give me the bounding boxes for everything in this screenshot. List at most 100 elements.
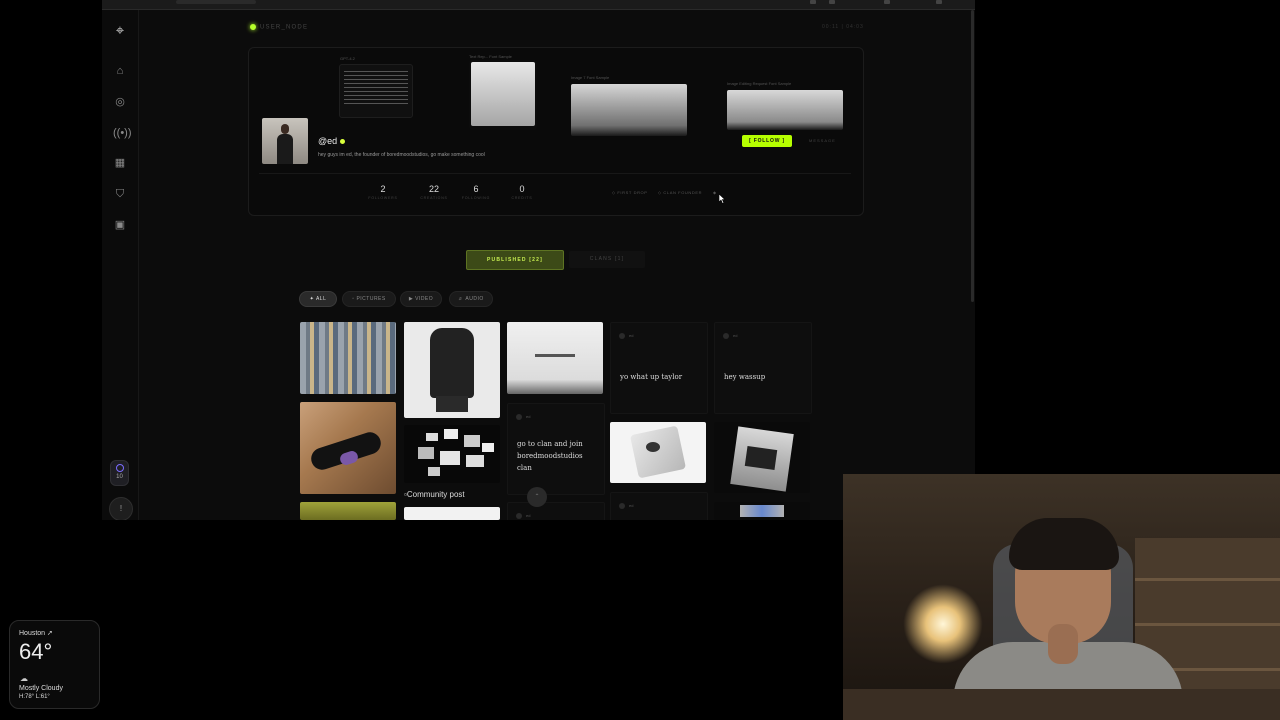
- stat-followers[interactable]: 2 FOLLOWERS: [367, 184, 399, 200]
- menu-icon[interactable]: [936, 0, 942, 4]
- bg-card-3: Image 7 Font Sample: [571, 75, 687, 136]
- home-icon[interactable]: ⌂: [113, 64, 127, 78]
- webcam-overlay: [843, 474, 1280, 720]
- badge-count: 10: [116, 474, 123, 480]
- user-menu-button[interactable]: !: [109, 497, 133, 520]
- bg-card-caption: Image Editing Request Font Sample: [727, 81, 792, 86]
- shield-icon[interactable]: ⛉: [113, 187, 127, 201]
- bg-card-thumb: [471, 62, 535, 126]
- post-author: ed: [516, 513, 530, 519]
- page-scrollbar[interactable]: [971, 10, 974, 302]
- scroll-up-button[interactable]: ⌃: [527, 487, 547, 507]
- person-hair: [1009, 518, 1119, 570]
- bg-card-2: Text Rep... Font Sample: [469, 54, 537, 130]
- author-avatar: [516, 513, 522, 519]
- crosshair-logo-icon[interactable]: ⌖: [113, 23, 127, 38]
- post-image-cube-bag[interactable]: [610, 422, 706, 483]
- weather-widget[interactable]: Houston ➚ 64° ☁ Mostly Cloudy H:78° L:61…: [9, 620, 100, 709]
- post-text: hey wassup: [724, 373, 766, 381]
- weather-condition: Mostly Cloudy: [19, 685, 63, 692]
- address-bar[interactable]: [176, 0, 256, 4]
- grid-icon[interactable]: ▣: [113, 218, 127, 232]
- profile-icon[interactable]: [884, 0, 890, 4]
- author-avatar: [516, 414, 522, 420]
- follow-button[interactable]: [ FOLLOW ]: [742, 135, 792, 147]
- notification-badge[interactable]: 10: [110, 460, 129, 486]
- bookmark-icon[interactable]: [829, 0, 835, 4]
- music-icon: ♬: [458, 296, 464, 302]
- left-nav-rail: ⌖ ⌂ ◎ ((•)) ▦ ⛉ ▣ 10 !: [102, 10, 139, 520]
- cloud-icon: ☁: [20, 674, 28, 683]
- profile-bio: hey guys im ed, the founder of boredmood…: [318, 152, 485, 158]
- bg-card-thumb: [727, 90, 843, 130]
- mouse-cursor-icon: [719, 194, 726, 204]
- message-button[interactable]: MESSAGE: [809, 138, 836, 143]
- compass-icon[interactable]: ◎: [113, 95, 127, 109]
- filter-audio[interactable]: ♬ AUDIO: [449, 291, 493, 307]
- browser-toolbar: [102, 0, 975, 10]
- filter-all[interactable]: ✦ ALL: [299, 291, 337, 307]
- image-icon: ▫: [352, 296, 355, 302]
- avatar[interactable]: [262, 118, 308, 164]
- bg-card-thumb: [571, 84, 687, 136]
- weather-high-low: H:78° L:61°: [19, 694, 50, 700]
- author-avatar: [619, 503, 625, 509]
- bg-card-caption: GPT-4.2: [340, 56, 355, 61]
- person-hand: [1048, 624, 1078, 664]
- verified-dot-icon: [340, 139, 346, 145]
- post-text: go to clan and join boredmoodstudios cla…: [517, 440, 583, 472]
- bg-card-caption: Image 7 Font Sample: [571, 75, 610, 80]
- author-avatar: [723, 333, 729, 339]
- badge-first-drop: ◇ FIRST DROP: [612, 190, 648, 195]
- status-dot-icon: [250, 24, 256, 30]
- node-label: USER_NODE: [250, 24, 308, 31]
- weather-city: Houston ➚: [19, 630, 53, 637]
- sparkle-icon: ✦: [309, 296, 315, 302]
- play-icon: ▶: [408, 296, 414, 302]
- badge-icon: [115, 464, 124, 472]
- text-post[interactable]: ed hey wassup: [714, 322, 812, 414]
- post-image-green[interactable]: [300, 502, 396, 520]
- post-text: yo what up taylor: [620, 373, 683, 381]
- stat-credits[interactable]: 0 CREDITS: [506, 184, 538, 200]
- bg-card-caption: Text Rep... Font Sample: [469, 54, 512, 59]
- badge-more-icon[interactable]: ◆: [713, 190, 717, 195]
- post-image-sign[interactable]: [714, 502, 810, 520]
- top-right-meta: 00:11 | 04:03: [822, 24, 864, 30]
- text-post[interactable]: ed yo what up taylor: [610, 322, 708, 414]
- tab-clans[interactable]: CLANS [1]: [569, 251, 645, 268]
- calendar-icon[interactable]: ▦: [113, 156, 127, 170]
- filter-pictures[interactable]: ▫ PICTURES: [342, 291, 396, 307]
- post-image-stickers[interactable]: [300, 322, 396, 394]
- post-author: ed: [619, 333, 633, 339]
- divider: [259, 173, 851, 174]
- post-image-shirt[interactable]: [404, 322, 500, 418]
- author-avatar: [619, 333, 625, 339]
- post-image-web[interactable]: [404, 507, 500, 520]
- text-post[interactable]: ed go to clan and join boredmoodstudios …: [507, 403, 605, 495]
- extension-icon[interactable]: [810, 0, 816, 4]
- weather-temp: 64°: [19, 639, 53, 664]
- post-image-moodboard[interactable]: [404, 425, 500, 483]
- post-author: ed: [516, 414, 530, 420]
- stat-creations[interactable]: 22 CREATIONS: [418, 184, 450, 200]
- profile-card: GPT-4.2 Text Rep... Font Sample Image 7 …: [248, 47, 864, 216]
- post-image-sunglasses[interactable]: [300, 402, 396, 494]
- post-image-poster[interactable]: [507, 322, 603, 394]
- ring-light: [903, 584, 983, 664]
- broken-image-alt[interactable]: ▫Community post: [404, 490, 465, 499]
- broadcast-icon[interactable]: ((•)): [113, 126, 132, 140]
- browser-window: ⌖ ⌂ ◎ ((•)) ▦ ⛉ ▣ 10 ! USER_NODE 00:11 |…: [102, 0, 975, 520]
- tab-published[interactable]: PUBLISHED [22]: [466, 250, 564, 270]
- profile-handle: @ed: [318, 136, 346, 146]
- bg-card-4: Image Editing Request Font Sample: [727, 81, 843, 130]
- post-image-packaging[interactable]: [714, 422, 810, 493]
- bg-card-1: GPT-4.2: [339, 56, 413, 118]
- text-post[interactable]: ed: [507, 502, 605, 520]
- stat-following[interactable]: 6 FOLLOWING: [460, 184, 492, 200]
- post-author: ed: [619, 503, 633, 509]
- text-post[interactable]: ed: [610, 492, 708, 520]
- post-author: ed: [723, 333, 737, 339]
- location-arrow-icon: ➚: [47, 630, 53, 637]
- filter-video[interactable]: ▶ VIDEO: [400, 291, 442, 307]
